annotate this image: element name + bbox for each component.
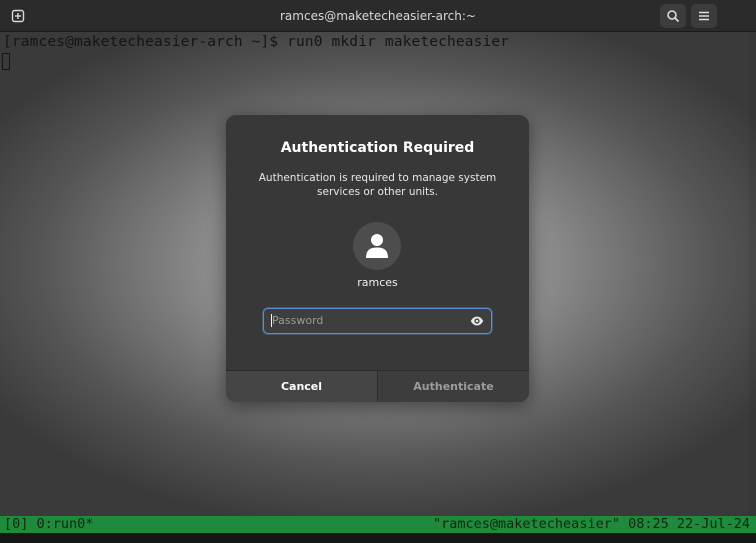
cancel-button[interactable]: Cancel (226, 371, 377, 402)
tmux-window-list: [0] 0:run0* (4, 516, 94, 532)
password-field[interactable] (263, 308, 492, 334)
dialog-description: Authentication is required to manage sys… (258, 172, 497, 198)
terminal-command-line: [ramces@maketecheasier-arch ~]$ run0 mkd… (3, 34, 510, 50)
window-title: ramces@maketecheasier-arch:~ (280, 9, 476, 23)
terminal-scrollbar[interactable] (749, 32, 756, 516)
password-input[interactable] (270, 309, 462, 332)
header-bar: ramces@maketecheasier-arch:~ (0, 0, 756, 32)
text-caret (271, 314, 272, 327)
reveal-password-button[interactable] (469, 314, 485, 328)
tmux-status-area: [0] 0:run0* "ramces@maketecheasier" 08:2… (0, 516, 756, 543)
authenticate-button[interactable]: Authenticate (377, 371, 529, 402)
search-icon (667, 10, 680, 23)
terminal-cursor (2, 53, 10, 70)
main-menu-button[interactable] (691, 4, 717, 28)
search-button[interactable] (660, 4, 686, 28)
user-icon (366, 234, 388, 258)
tmux-status-bar: [0] 0:run0* "ramces@maketecheasier" 08:2… (0, 516, 756, 533)
dialog-title: Authentication Required (280, 140, 475, 156)
tmux-status-right: "ramces@maketecheasier" 08:25 22-Jul-24 (433, 516, 750, 532)
hamburger-menu-icon (699, 11, 709, 21)
dialog-button-row: Cancel Authenticate (226, 370, 529, 402)
username-label: ramces (357, 276, 398, 289)
terminal-window: ramces@maketecheasier-arch:~ [ramces@mak… (0, 0, 756, 543)
close-window-button[interactable] (724, 4, 750, 28)
eye-icon (470, 316, 484, 326)
authentication-dialog: Authentication Required Authentication i… (226, 115, 529, 402)
avatar (353, 222, 401, 270)
